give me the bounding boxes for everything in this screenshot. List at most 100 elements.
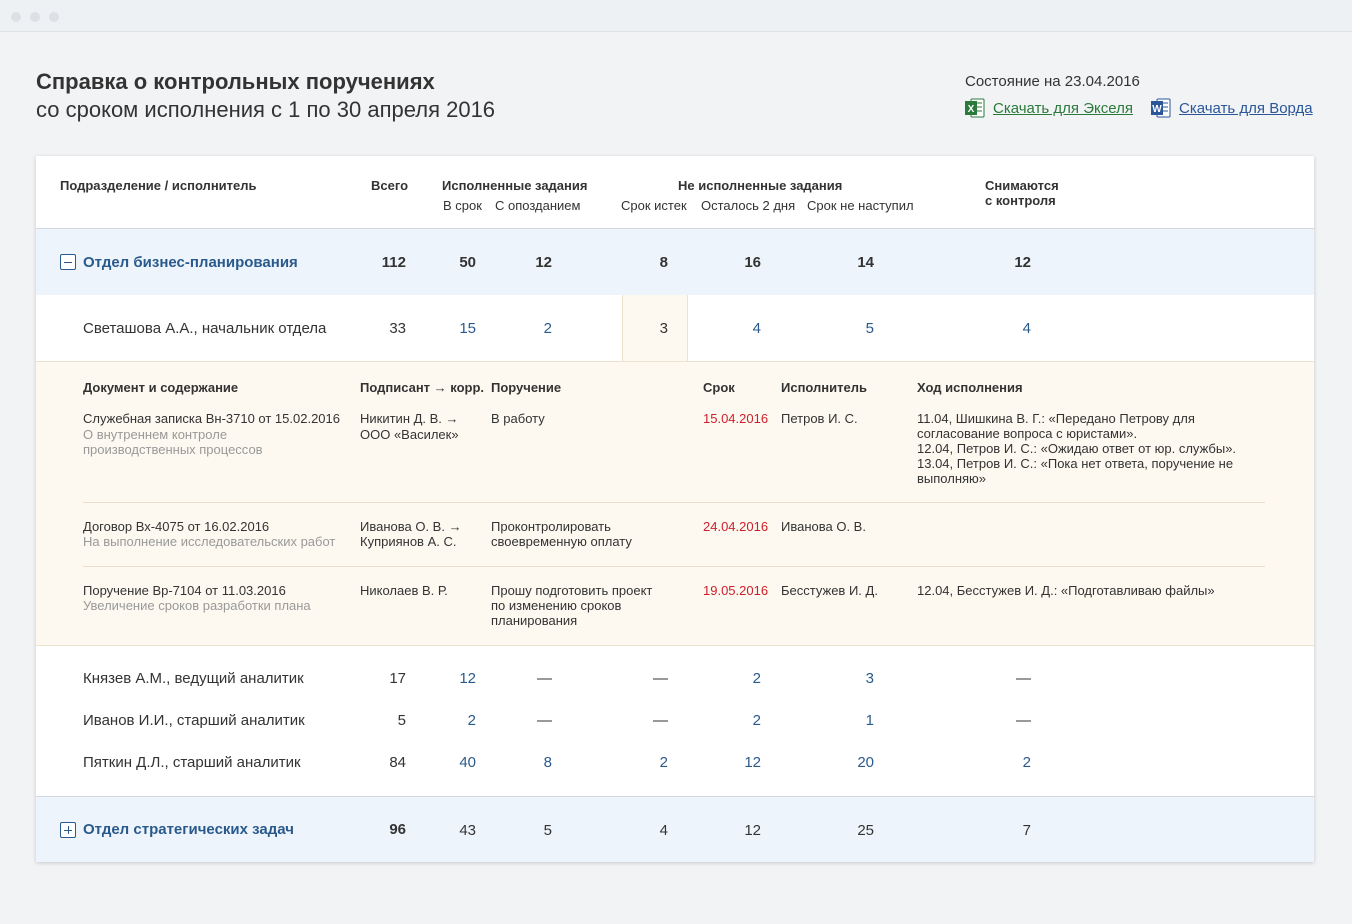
person-removed: —	[1016, 712, 1031, 729]
doc-title: Служебная записка Вн-3710 от 15.02.2016	[83, 411, 340, 426]
person-two-days-link[interactable]: 12	[721, 754, 761, 771]
doc-description: На выполнение исследовательских работ	[83, 534, 336, 549]
col-header-two-days: Осталось 2 дня	[701, 198, 796, 213]
doc-description: производственных процессов	[83, 442, 263, 457]
doc-title: Договор Вх-4075 от 16.02.2016	[83, 519, 270, 534]
dept-name[interactable]: Отдел стратегических задач	[83, 821, 294, 838]
executor-name: Бесстужев И. Д.	[781, 583, 878, 598]
order-text: по изменению сроков	[491, 598, 622, 613]
person-not-yet-link[interactable]: 3	[834, 670, 874, 687]
word-file-icon: W	[1151, 97, 1171, 119]
excel-file-icon: X	[965, 97, 985, 119]
deadline-date: 24.04.2016	[703, 519, 769, 534]
order-text: Прошу подготовить проект	[491, 583, 653, 598]
detail-panel: Документ и содержание Подписант → корр. …	[36, 361, 1314, 646]
dept-ontime: 43	[459, 822, 476, 839]
dept-expired: 8	[659, 254, 668, 271]
window-close-dot[interactable]	[11, 12, 21, 22]
dept-not-yet: 25	[857, 822, 874, 839]
person-late: —	[537, 670, 552, 687]
svg-text:W: W	[1152, 104, 1162, 115]
window-titlebar	[0, 0, 1352, 32]
person-ontime-link[interactable]: 40	[436, 754, 476, 771]
person-name: Иванов И.И., старший аналитик	[83, 712, 305, 729]
detail-header-order: Поручение	[491, 380, 562, 395]
doc-description: О внутреннем контроле	[83, 427, 228, 442]
order-text: своевременную оплату	[491, 534, 632, 549]
download-excel-link[interactable]: X Скачать для Экселя	[965, 97, 1133, 119]
expand-toggle-icon[interactable]	[60, 822, 76, 838]
person-late-link[interactable]: 8	[512, 754, 552, 771]
person-expired: —	[653, 712, 668, 729]
order-text: Проконтролировать	[491, 519, 611, 534]
report-header: Справка о контрольных поручениях со срок…	[36, 68, 495, 124]
dept-not-yet: 14	[857, 254, 874, 271]
signer: Никитин Д. В. →	[360, 411, 459, 426]
dept-row-strategic-tasks[interactable]: Отдел стратегических задач 96 43 5 4 12 …	[36, 796, 1314, 862]
deadline-date: 19.05.2016	[703, 583, 769, 598]
col-header-not-yet: Срок не наступил	[807, 198, 914, 213]
window-maximize-dot[interactable]	[49, 12, 59, 22]
person-late: —	[537, 712, 552, 729]
col-header-done-late: С опозданием	[495, 198, 581, 213]
order-text: В работу	[491, 411, 545, 426]
signer: Николаев В. Р.	[360, 583, 448, 598]
detail-divider	[83, 566, 1265, 567]
person-total: 17	[389, 670, 406, 687]
person-removed-link[interactable]: 4	[991, 320, 1031, 337]
person-name: Пяткин Д.Л., старший аналитик	[83, 754, 301, 771]
person-ontime-link[interactable]: 15	[436, 320, 476, 337]
col-header-done: Исполненные задания	[442, 178, 588, 193]
dept-name[interactable]: Отдел бизнес-планирования	[83, 254, 298, 271]
order-text: планирования	[491, 613, 578, 628]
person-not-yet-link[interactable]: 1	[834, 712, 874, 729]
doc-description: Увеличение сроков разработки плана	[83, 598, 311, 613]
dept-ontime: 50	[459, 254, 476, 271]
person-ontime-link[interactable]: 2	[436, 712, 476, 729]
progress-text: 11.04, Шишкина В. Г.: «Передано Петрову …	[917, 411, 1195, 426]
person-expired: —	[653, 670, 668, 687]
executor-name: Иванова О. В.	[781, 519, 866, 534]
download-excel-label: Скачать для Экселя	[993, 99, 1133, 117]
page-title: Справка о контрольных поручениях	[36, 69, 435, 94]
correspondent: Куприянов А. С.	[360, 534, 457, 549]
dept-late: 12	[535, 254, 552, 271]
person-ontime-link[interactable]: 12	[436, 670, 476, 687]
dept-removed: 12	[1014, 254, 1031, 271]
report-table: Подразделение / исполнитель Всего Исполн…	[36, 156, 1314, 862]
status-date: Состояние на 23.04.2016	[965, 73, 1140, 90]
person-not-yet-link[interactable]: 20	[834, 754, 874, 771]
person-two-days-link[interactable]: 2	[721, 670, 761, 687]
detail-header-deadline: Срок	[703, 380, 735, 395]
dept-total: 96	[389, 821, 406, 838]
detail-divider	[83, 502, 1265, 503]
dept-removed: 7	[1022, 822, 1031, 839]
dept-two-days: 16	[744, 254, 761, 271]
svg-text:X: X	[968, 104, 975, 115]
person-two-days-link[interactable]: 2	[721, 712, 761, 729]
collapse-toggle-icon[interactable]	[60, 254, 76, 270]
person-name: Князев А.М., ведущий аналитик	[83, 670, 304, 687]
person-late-link[interactable]: 2	[512, 320, 552, 337]
col-header-not-done: Не исполненные задания	[678, 178, 843, 193]
person-expired-selected[interactable]: 3	[628, 320, 668, 337]
person-removed: —	[1016, 670, 1031, 687]
progress-text: согласование вопроса с юристами».	[917, 426, 1138, 441]
download-word-link[interactable]: W Скачать для Ворда	[1151, 97, 1313, 119]
person-two-days-link[interactable]: 4	[721, 320, 761, 337]
dept-row-business-planning[interactable]: Отдел бизнес-планирования 112 50 12 8 16…	[36, 228, 1314, 295]
person-not-yet-link[interactable]: 5	[834, 320, 874, 337]
signer: Иванова О. В. →	[360, 519, 462, 534]
progress-text: выполняю»	[917, 471, 987, 486]
window-minimize-dot[interactable]	[30, 12, 40, 22]
correspondent: ООО «Василек»	[360, 427, 459, 442]
person-expired-link[interactable]: 2	[628, 754, 668, 771]
dept-late: 5	[543, 822, 552, 839]
col-header-total: Всего	[371, 178, 409, 193]
dept-expired: 4	[659, 822, 668, 839]
executor-name: Петров И. С.	[781, 411, 858, 426]
dept-two-days: 12	[744, 822, 761, 839]
page-subtitle: со сроком исполнения с 1 по 30 апреля 20…	[36, 97, 496, 122]
person-removed-link[interactable]: 2	[991, 754, 1031, 771]
person-total: 84	[389, 754, 406, 771]
